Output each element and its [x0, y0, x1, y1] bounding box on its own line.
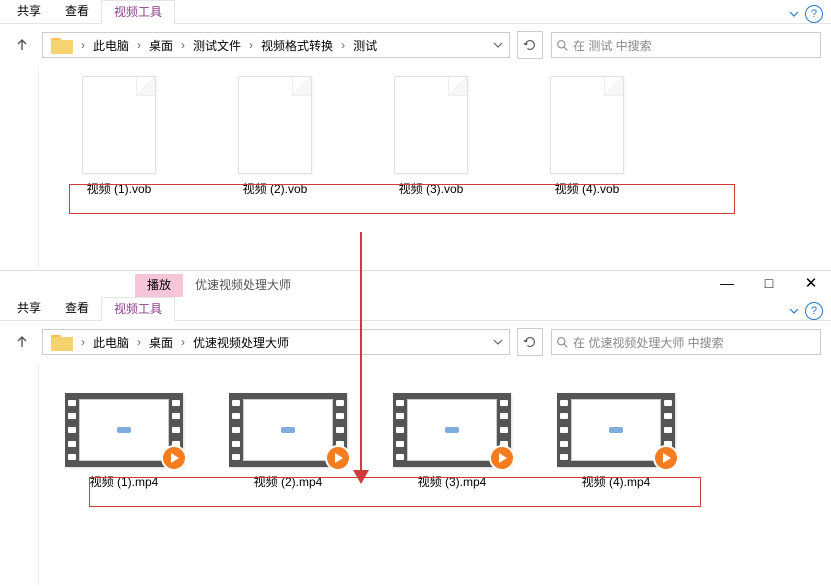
address-bar-row: › 此电脑 › 桌面 › 优速视频处理大师 在 优速视频处理大师 中搜索 [0, 321, 831, 363]
vob-file-icon [550, 76, 624, 174]
search-icon [556, 39, 569, 52]
close-button[interactable]: ✕ [797, 273, 825, 293]
play-badge-icon [489, 445, 515, 471]
tab-view[interactable]: 查看 [53, 297, 101, 320]
search-input[interactable]: 在 优速视频处理大师 中搜索 [551, 329, 821, 355]
app-title: 优速视频处理大师 [183, 274, 303, 297]
help-icon[interactable]: ? [805, 302, 823, 320]
chevron-right-icon[interactable]: › [79, 335, 87, 349]
crumb-desktop[interactable]: 桌面 [143, 33, 179, 57]
ribbon-tabs: 共享 查看 视频工具 ? [0, 297, 831, 321]
chevron-right-icon[interactable]: › [247, 38, 255, 52]
maximize-button[interactable]: □ [755, 273, 783, 293]
vob-file-icon [394, 76, 468, 174]
file-name: 视频 (3).mp4 [418, 473, 487, 490]
vob-file-icon [82, 76, 156, 174]
chevron-right-icon[interactable]: › [179, 38, 187, 52]
play-badge-icon [161, 445, 187, 471]
help-icon[interactable]: ? [805, 5, 823, 23]
file-item[interactable]: 视频 (3).mp4 [387, 393, 517, 490]
crumb-desktop[interactable]: 桌面 [143, 330, 179, 354]
crumb-video-convert[interactable]: 视频格式转换 [255, 33, 339, 57]
ribbon-collapse-icon[interactable] [789, 9, 799, 19]
play-badge-icon [325, 445, 351, 471]
tab-video-tools[interactable]: 视频工具 [101, 297, 175, 321]
explorer-window-source: 共享 查看 视频工具 ? › 此电脑 › 桌面 › 测试文件 › 视频格式转换 … [0, 0, 831, 271]
nav-pane-strip [0, 66, 39, 274]
file-item[interactable]: 视频 (1).vob [69, 76, 169, 197]
location-bar[interactable]: › 此电脑 › 桌面 › 测试文件 › 视频格式转换 › 测试 [42, 32, 510, 58]
file-grid[interactable]: 视频 (1).mp4 视频 (2).mp4 [39, 363, 831, 585]
file-name: 视频 (2).vob [243, 180, 308, 197]
crumb-test-files[interactable]: 测试文件 [187, 33, 247, 57]
refresh-button[interactable] [517, 328, 543, 356]
file-name: 视频 (2).mp4 [254, 473, 323, 490]
tab-video-tools[interactable]: 视频工具 [101, 0, 175, 24]
location-bar[interactable]: › 此电脑 › 桌面 › 优速视频处理大师 [42, 329, 510, 355]
context-tab-play[interactable]: 播放 [135, 274, 183, 297]
chevron-right-icon[interactable]: › [135, 335, 143, 349]
file-name: 视频 (4).mp4 [582, 473, 651, 490]
crumb-this-pc[interactable]: 此电脑 [87, 330, 135, 354]
nav-pane-strip [0, 363, 39, 585]
search-placeholder: 在 测试 中搜索 [573, 37, 652, 54]
chevron-right-icon[interactable]: › [179, 335, 187, 349]
file-item[interactable]: 视频 (2).vob [225, 76, 325, 197]
up-button[interactable] [10, 33, 34, 57]
folder-icon [45, 330, 79, 354]
folder-icon [45, 33, 79, 57]
explorer-window-result: — □ ✕ 播放 优速视频处理大师 共享 查看 视频工具 ? › 此电脑 › 桌… [0, 271, 831, 581]
file-item[interactable]: 视频 (3).vob [381, 76, 481, 197]
chevron-right-icon[interactable]: › [135, 38, 143, 52]
mp4-file-icon [393, 393, 511, 467]
tab-share[interactable]: 共享 [5, 297, 53, 320]
search-placeholder: 在 优速视频处理大师 中搜索 [573, 334, 724, 351]
mp4-file-icon [65, 393, 183, 467]
location-dropdown-icon[interactable] [489, 40, 507, 50]
vob-file-icon [238, 76, 312, 174]
file-grid[interactable]: 视频 (1).vob 视频 (2).vob 视频 (3).vob 视频 (4).… [39, 66, 831, 274]
file-item[interactable]: 视频 (4).mp4 [551, 393, 681, 490]
file-item[interactable]: 视频 (1).mp4 [59, 393, 189, 490]
file-name: 视频 (4).vob [555, 180, 620, 197]
up-button[interactable] [10, 330, 34, 354]
search-input[interactable]: 在 测试 中搜索 [551, 32, 821, 58]
crumb-this-pc[interactable]: 此电脑 [87, 33, 135, 57]
context-header: 播放 优速视频处理大师 [0, 271, 831, 297]
file-item[interactable]: 视频 (2).mp4 [223, 393, 353, 490]
minimize-button[interactable]: — [713, 273, 741, 293]
crumb-test[interactable]: 测试 [347, 33, 383, 57]
chevron-right-icon[interactable]: › [339, 38, 347, 52]
file-name: 视频 (3).vob [399, 180, 464, 197]
address-bar-row: › 此电脑 › 桌面 › 测试文件 › 视频格式转换 › 测试 在 测试 中搜索 [0, 24, 831, 66]
tab-view[interactable]: 查看 [53, 0, 101, 23]
ribbon-tabs: 共享 查看 视频工具 ? [0, 0, 831, 24]
refresh-button[interactable] [517, 31, 543, 59]
ribbon-collapse-icon[interactable] [789, 306, 799, 316]
file-name: 视频 (1).vob [87, 180, 152, 197]
tab-share[interactable]: 共享 [5, 0, 53, 23]
search-icon [556, 336, 569, 349]
mp4-file-icon [229, 393, 347, 467]
chevron-right-icon[interactable]: › [79, 38, 87, 52]
file-name: 视频 (1).mp4 [90, 473, 159, 490]
file-item[interactable]: 视频 (4).vob [537, 76, 637, 197]
window-controls: — □ ✕ [713, 273, 825, 293]
play-badge-icon [653, 445, 679, 471]
mp4-file-icon [557, 393, 675, 467]
crumb-app-folder[interactable]: 优速视频处理大师 [187, 330, 295, 354]
location-dropdown-icon[interactable] [489, 337, 507, 347]
